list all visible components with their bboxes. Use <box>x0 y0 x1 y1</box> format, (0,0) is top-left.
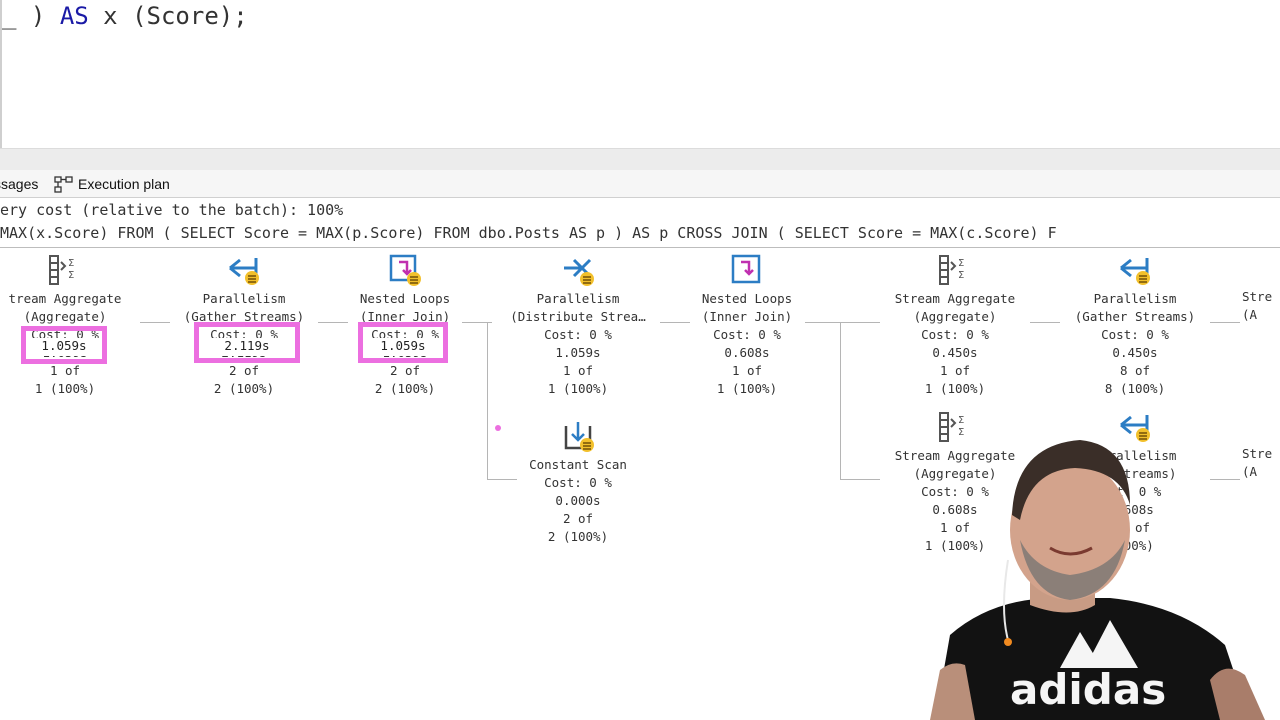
highlight-value: 1.059s <box>26 338 102 356</box>
plan-operator-constant-scan[interactable]: Constant Scan Cost: 0 % 0.000s 2 of 2 (1… <box>488 418 668 546</box>
code-keyword: AS <box>59 2 89 30</box>
operator-rows-pct: 1 (100%) <box>716 381 778 396</box>
operator-cost: Cost: 0 % <box>544 475 612 490</box>
operator-title: Nested Loops <box>359 291 451 306</box>
operator-title: Stream Aggregate <box>894 291 1016 306</box>
webcam-overlay: adidas <box>880 420 1280 720</box>
stream-aggregate-icon: Σ Σ <box>939 255 964 285</box>
operator-title: Parallelism <box>1093 291 1177 306</box>
operator-subtitle: (Distribute Strea… <box>510 309 646 324</box>
operator-rows: 1 of <box>562 363 594 378</box>
presenter-figure: adidas <box>930 440 1265 720</box>
operator-rows: 2 of <box>389 363 421 378</box>
operator-rows: 2 of <box>562 511 594 526</box>
svg-text:Σ: Σ <box>958 270 964 281</box>
operator-subtitle: (Aggregate) <box>23 309 107 324</box>
operator-rows-pct: 2 (100%) <box>374 381 436 396</box>
highlight-value: 1.059s <box>363 338 443 356</box>
highlight-value: 2.119s <box>199 338 295 356</box>
operator-rows-pct: 8 (100%) <box>1104 381 1166 396</box>
operator-time: 0.000s <box>555 493 601 508</box>
operator-rows-pct: 1 (100%) <box>34 381 96 396</box>
operator-title: Parallelism <box>536 291 620 306</box>
svg-text:Σ: Σ <box>68 258 74 269</box>
operator-subtitle: (Gather Streams) <box>1074 309 1196 324</box>
code-paren: ) <box>16 2 60 30</box>
code-prefix: _ <box>2 2 17 30</box>
operator-title: tream Aggregate <box>8 291 122 306</box>
plan-operator-partial-top[interactable]: Stre (A <box>1242 288 1280 324</box>
query-text-header: MAX(x.Score) FROM ( SELECT Score = MAX(p… <box>0 224 1057 242</box>
plan-operator-nested-loops-inner[interactable]: Nested Loops (Inner Join) Cost: 0 % 0.60… <box>657 252 837 398</box>
operator-rows: 1 of <box>939 363 971 378</box>
parallelism-distribute-icon <box>564 258 594 286</box>
code-rest: x (Score); <box>88 2 248 30</box>
operator-time: 1.059s <box>555 345 601 360</box>
cursor-dot <box>495 425 501 431</box>
operator-subtitle: (A <box>1242 307 1258 322</box>
stream-aggregate-icon: Σ Σ <box>49 255 74 285</box>
svg-text:Σ: Σ <box>958 258 964 269</box>
plan-operator-parallelism-distribute[interactable]: Parallelism (Distribute Strea… Cost: 0 %… <box>488 252 668 398</box>
operator-rows: 1 of <box>49 363 81 378</box>
operator-rows-pct: 1 (100%) <box>547 381 609 396</box>
operator-cost: Cost: 0 % <box>921 327 989 342</box>
parallelism-gather-icon <box>229 258 259 285</box>
operator-title: Constant Scan <box>529 457 627 472</box>
query-editor[interactable]: _ ) AS x (Score); <box>0 0 1280 148</box>
operator-cost: Cost: 0 % <box>713 327 781 342</box>
execution-plan-icon <box>54 176 74 194</box>
parallelism-gather-icon <box>1120 258 1150 285</box>
operator-title: Nested Loops <box>701 291 793 306</box>
operator-rows-pct: 2 (100%) <box>547 529 609 544</box>
plan-operator-stream-aggregate[interactable]: Σ Σ tream Aggregate (Aggregate) Cost: 0 … <box>0 252 155 398</box>
operator-title: Stre <box>1242 289 1273 304</box>
operator-subtitle: (Aggregate) <box>913 309 997 324</box>
nested-loops-icon <box>389 254 421 286</box>
tab-execution-plan-label: Execution plan <box>78 176 170 192</box>
operator-rows: 1 of <box>731 363 763 378</box>
connector <box>840 322 841 480</box>
operator-rows: 2 of <box>228 363 260 378</box>
shirt-logo-text: adidas <box>1010 665 1166 714</box>
operator-rows: 8 of <box>1119 363 1151 378</box>
tab-messages[interactable]: ssages <box>0 172 38 196</box>
operator-cost: Cost: 0 % <box>544 327 612 342</box>
tab-execution-plan[interactable]: Execution plan <box>54 172 170 196</box>
operator-rows-pct: 2 (100%) <box>213 381 275 396</box>
operator-time: 0.608s <box>724 345 770 360</box>
query-cost-header: ery cost (relative to the batch): 100% <box>0 201 344 219</box>
operator-time: 0.450s <box>1112 345 1158 360</box>
plan-operator-parallelism-right[interactable]: Parallelism (Gather Streams) Cost: 0 % 0… <box>1045 252 1225 398</box>
pane-splitter[interactable] <box>0 148 1280 170</box>
plan-operator-stream-aggregate-right[interactable]: Σ Σ Stream Aggregate (Aggregate) Cost: 0… <box>865 252 1045 398</box>
nested-loops-icon <box>731 254 761 284</box>
operator-cost: Cost: 0 % <box>1101 327 1169 342</box>
results-tab-strip: ssages Execution plan <box>0 170 1280 198</box>
code-line: _ ) AS x (Score); <box>2 2 248 30</box>
constant-scan-icon <box>564 422 594 452</box>
operator-title: Parallelism <box>202 291 286 306</box>
operator-time: 0.450s <box>932 345 978 360</box>
operator-subtitle: (Inner Join) <box>701 309 793 324</box>
svg-text:Σ: Σ <box>68 270 74 281</box>
operator-rows-pct: 1 (100%) <box>924 381 986 396</box>
